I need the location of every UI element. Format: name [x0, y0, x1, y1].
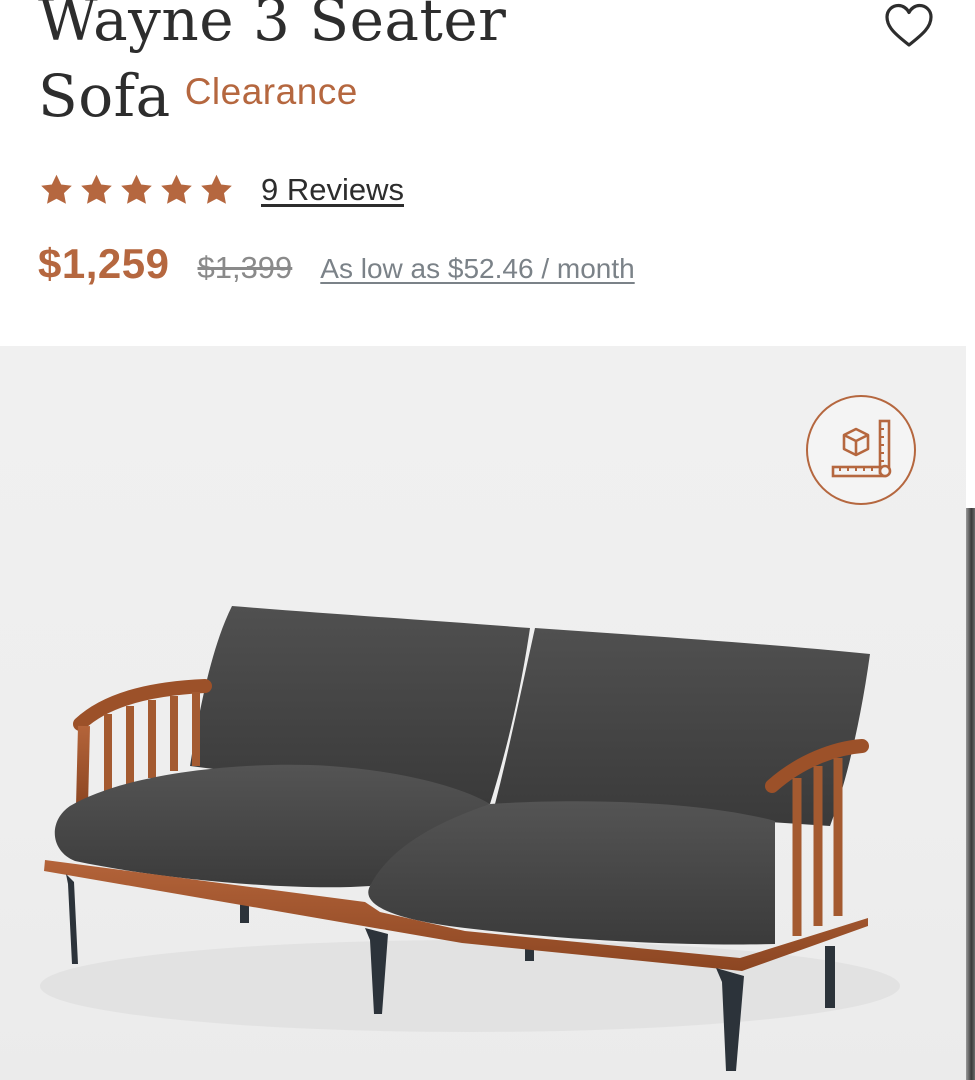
star-filled-icon: [78, 172, 115, 208]
star-filled-icon: [118, 172, 155, 208]
dimensions-button[interactable]: [806, 395, 916, 505]
star-rating: [38, 172, 235, 208]
next-image-peek[interactable]: [966, 508, 975, 1080]
reviews-link[interactable]: 9 Reviews: [261, 172, 404, 208]
financing-link[interactable]: As low as $52.46 / month: [320, 253, 634, 285]
original-price: $1,399: [197, 250, 293, 285]
dimensions-ruler-box-icon: [831, 419, 892, 478]
product-image-gallery[interactable]: [0, 346, 966, 1080]
star-filled-icon: [158, 172, 195, 208]
clearance-badge: Clearance: [184, 71, 358, 112]
star-filled-icon: [198, 172, 235, 208]
product-title-line-2-row: Sofa Clearance: [38, 58, 858, 134]
rating-row: 9 Reviews: [38, 170, 404, 210]
product-title-line-1: Wayne 3 Seater: [38, 0, 507, 54]
star-filled-icon: [38, 172, 75, 208]
current-price: $1,259: [38, 240, 170, 287]
wishlist-button[interactable]: [883, 2, 935, 50]
product-title: Wayne 3 Seater Sofa Clearance: [38, 0, 858, 134]
product-title-line-2: Sofa: [38, 62, 171, 130]
price-row: $1,259 $1,399 As low as $52.46 / month: [38, 240, 635, 288]
heart-outline-icon: [885, 3, 933, 47]
